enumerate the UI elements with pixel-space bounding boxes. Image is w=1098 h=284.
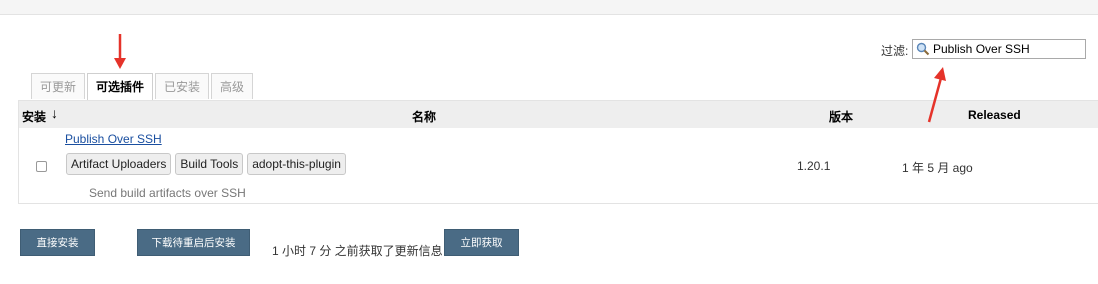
plugin-released: 1 年 5 月 ago: [902, 161, 973, 175]
plugin-description: Send build artifacts over SSH: [89, 186, 246, 200]
top-bar: [0, 0, 1098, 15]
install-checkbox[interactable]: [36, 161, 47, 172]
plugin-tabs: 可更新 可选插件 已安装 高级: [31, 73, 255, 100]
plugin-name-link[interactable]: Publish Over SSH: [65, 132, 162, 146]
plugin-labels: Artifact Uploaders Build Tools adopt-thi…: [66, 153, 350, 175]
annotation-arrow-up-icon: [927, 67, 946, 123]
tab-advanced[interactable]: 高级: [211, 73, 254, 99]
column-header-install[interactable]: 安装: [22, 108, 46, 125]
plugin-version: 1.20.1: [797, 159, 831, 173]
label-chip[interactable]: Build Tools: [175, 153, 244, 175]
filter-input[interactable]: Publish Over SSH: [912, 39, 1086, 59]
column-header-version[interactable]: 版本: [829, 108, 853, 125]
install-button[interactable]: 直接安装: [20, 229, 95, 256]
download-restart-button[interactable]: 下载待重启后安装: [137, 229, 250, 256]
filter-label: 过滤:: [881, 44, 909, 58]
update-info-text: 1 小时 7 分 之前获取了更新信息: [272, 244, 443, 258]
search-icon: [916, 42, 930, 56]
tab-available[interactable]: 可选插件: [87, 73, 154, 100]
tab-installed[interactable]: 已安装: [155, 73, 210, 99]
fetch-now-button[interactable]: 立即获取: [444, 229, 519, 256]
filter-value: Publish Over SSH: [933, 42, 1030, 56]
sort-down-icon[interactable]: ↓: [51, 105, 58, 121]
label-chip[interactable]: Artifact Uploaders: [66, 153, 172, 175]
label-chip[interactable]: adopt-this-plugin: [247, 153, 346, 175]
table-row: Publish Over SSH Artifact Uploaders Buil…: [19, 128, 1098, 204]
annotation-arrow-down-icon: [114, 34, 126, 69]
tab-updates[interactable]: 可更新: [31, 73, 86, 99]
column-header-name[interactable]: 名称: [412, 108, 436, 125]
column-header-released[interactable]: Released: [968, 108, 1021, 122]
